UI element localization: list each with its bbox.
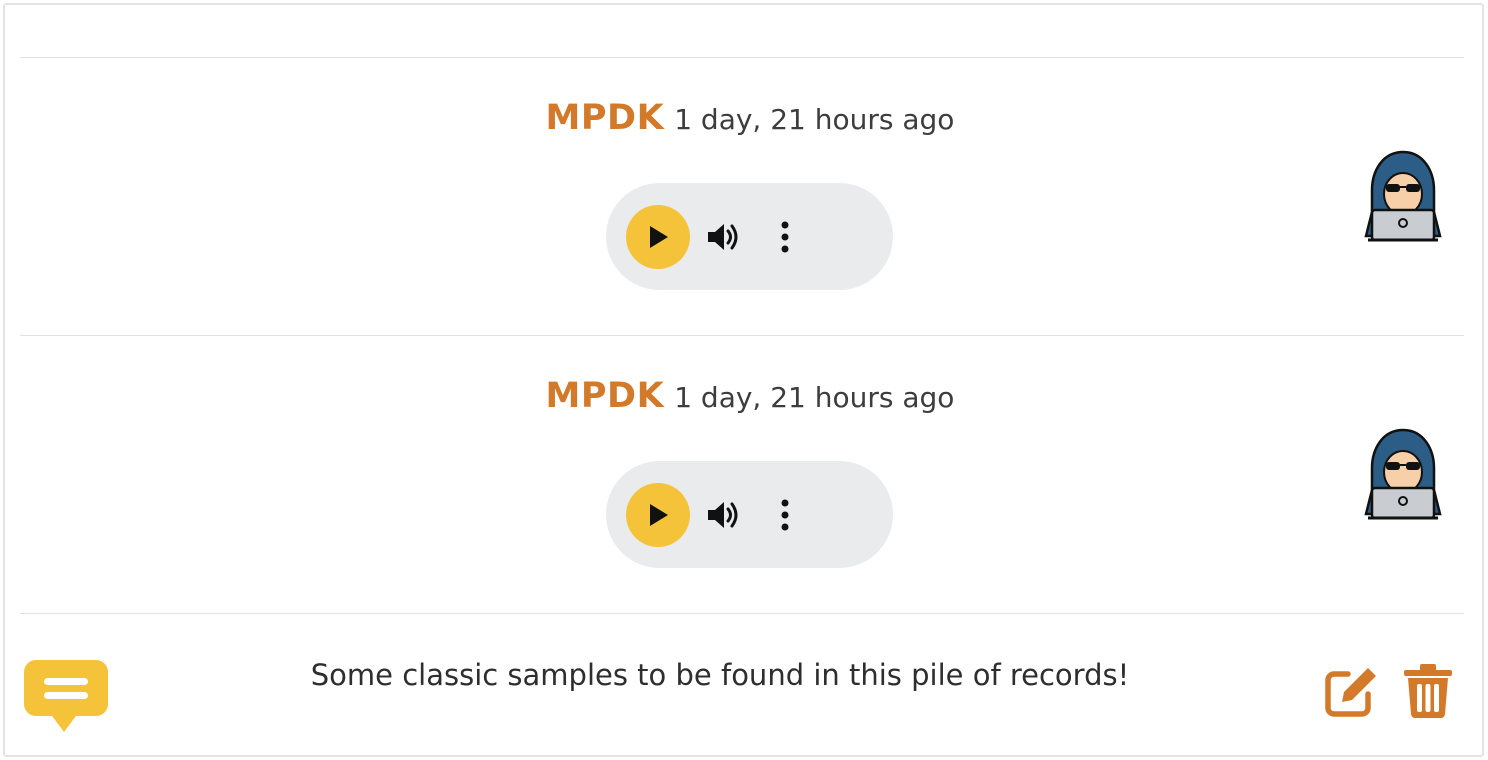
- edit-icon[interactable]: [1324, 664, 1378, 718]
- volume-icon[interactable]: [706, 222, 740, 252]
- play-icon: [650, 504, 668, 526]
- timestamp: 1 day, 21 hours ago: [674, 381, 955, 414]
- divider: [20, 335, 1464, 336]
- trash-icon[interactable]: [1404, 664, 1452, 718]
- timestamp: 1 day, 21 hours ago: [674, 103, 955, 136]
- comment-text: Some classic samples to be found in this…: [310, 658, 1130, 692]
- audio-player[interactable]: [606, 461, 893, 568]
- divider: [20, 613, 1464, 614]
- play-icon: [650, 226, 668, 248]
- recording-meta: MPDK 1 day, 21 hours ago: [0, 376, 1488, 416]
- recording-meta: MPDK 1 day, 21 hours ago: [0, 98, 1488, 138]
- more-vertical-icon[interactable]: [778, 499, 792, 531]
- more-vertical-icon[interactable]: [778, 221, 792, 253]
- volume-icon[interactable]: [706, 500, 740, 530]
- play-button[interactable]: [626, 205, 690, 269]
- play-button[interactable]: [626, 483, 690, 547]
- audio-player[interactable]: [606, 183, 893, 290]
- divider: [20, 57, 1464, 58]
- hacker-avatar-icon: [1364, 428, 1442, 520]
- author-name[interactable]: MPDK: [546, 98, 665, 138]
- hacker-avatar-icon: [1364, 150, 1442, 242]
- author-name[interactable]: MPDK: [546, 376, 665, 416]
- audio-wave-icon: [47, 159, 115, 235]
- audio-wave-icon: [47, 437, 115, 513]
